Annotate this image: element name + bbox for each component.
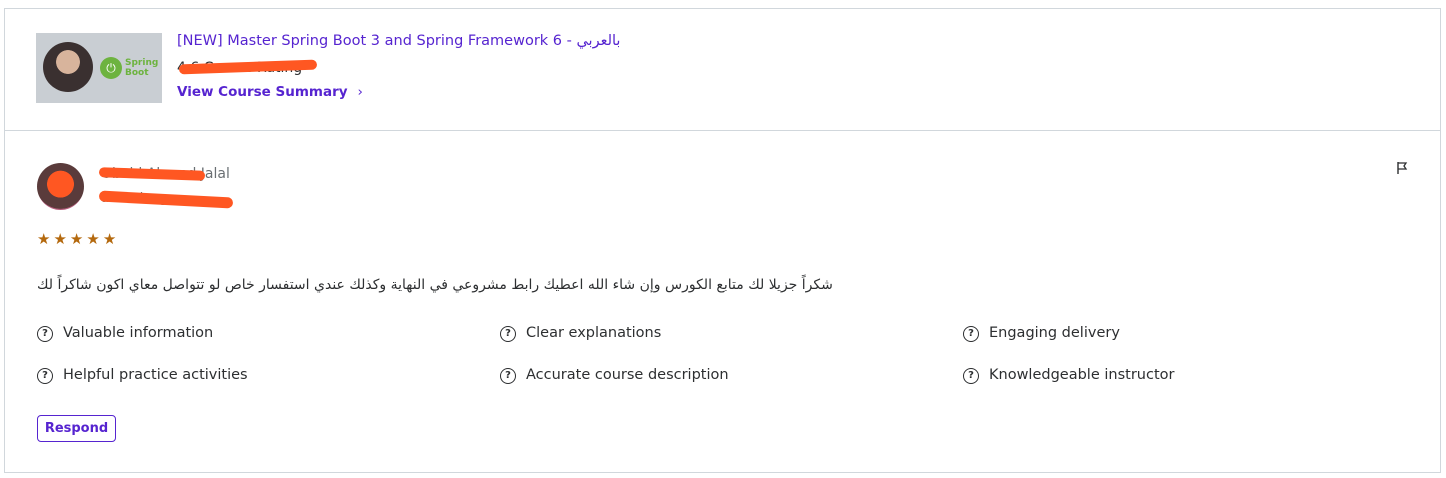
flag-icon[interactable] — [1395, 161, 1409, 175]
tag-label: Valuable information — [63, 325, 214, 341]
course-thumbnail[interactable]: ⏻ Spring Boot — [36, 33, 162, 103]
tag-label: Engaging delivery — [989, 325, 1120, 341]
star-icon: ★ — [86, 230, 100, 248]
tag-label: Knowledgeable instructor — [989, 367, 1175, 383]
tag-helpful-practice-activities[interactable]: ? Helpful practice activities — [37, 367, 248, 384]
star-icon: ★ — [37, 230, 51, 248]
instructor-photo — [43, 42, 93, 92]
question-circle-icon: ? — [963, 326, 979, 342]
star-rating: ★ ★ ★ ★ ★ — [37, 229, 119, 248]
tag-engaging-delivery[interactable]: ? Engaging delivery — [963, 325, 1120, 342]
tag-label: Helpful practice activities — [63, 367, 248, 383]
star-icon: ★ — [53, 230, 67, 248]
spring-logo-text: Spring Boot — [125, 58, 159, 78]
tag-label: Clear explanations — [526, 325, 662, 341]
review-comment: شكراً جزيلا لك متابع الكورس وإن شاء الله… — [37, 277, 833, 293]
review-card: ⏻ Spring Boot [NEW] Master Spring Boot 3… — [4, 8, 1441, 473]
tag-clear-explanations[interactable]: ? Clear explanations — [500, 325, 661, 342]
star-icon: ★ — [69, 230, 84, 248]
tag-knowledgeable-instructor[interactable]: ? Knowledgeable instructor — [963, 367, 1174, 384]
review-body: Obeid Ahmed Jalal a week ago ★★★★★ شكراً… — [5, 131, 1440, 474]
question-circle-icon: ? — [500, 368, 516, 384]
chevron-right-icon: › — [357, 84, 363, 100]
tag-valuable-information[interactable]: ? Valuable information — [37, 325, 213, 342]
view-course-summary-link[interactable]: View Course Summary › — [177, 84, 363, 100]
question-circle-icon: ? — [500, 326, 516, 342]
avatar — [37, 163, 84, 210]
star-icon: ★ — [102, 230, 117, 248]
question-circle-icon: ? — [37, 368, 53, 384]
question-circle-icon: ? — [37, 326, 53, 342]
spring-logo-icon: ⏻ — [100, 57, 122, 79]
question-circle-icon: ? — [963, 368, 979, 384]
respond-button[interactable]: Respond — [37, 415, 116, 442]
tag-label: Accurate course description — [526, 367, 729, 383]
tag-accurate-course-description[interactable]: ? Accurate course description — [500, 367, 729, 384]
course-header: ⏻ Spring Boot [NEW] Master Spring Boot 3… — [5, 9, 1440, 131]
view-course-summary-label: View Course Summary — [177, 84, 348, 100]
course-title-link[interactable]: [NEW] Master Spring Boot 3 and Spring Fr… — [177, 33, 620, 49]
